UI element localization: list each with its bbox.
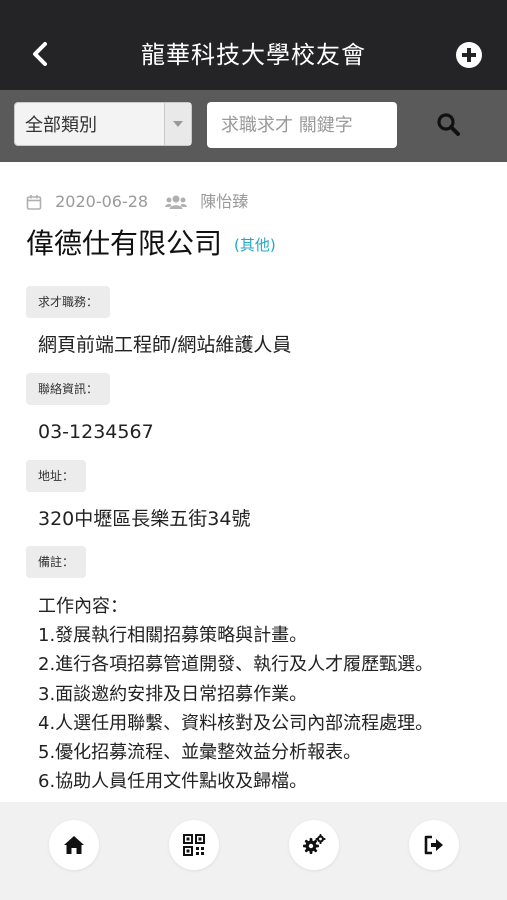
category-tag: (其他): [234, 236, 276, 254]
address-value: 320中壢區長樂五街34號: [38, 508, 251, 530]
post-meta: 2020-06-28 陳怡臻: [26, 190, 248, 213]
position-value: 網頁前端工程師/網站維護人員: [38, 334, 292, 356]
notes-line: 4.人選任用聯繫、資料核對及公司內部流程處理。: [38, 712, 434, 734]
notes-line: 1.發展執行相關招募策略與計畫。: [38, 625, 308, 647]
notes-content: 工作內容： 1.發展執行相關招募策略與計畫。 2.進行各項招募管道開發、執行及人…: [38, 592, 433, 796]
notes-line: 2.進行各項招募管道開發、執行及人才履歷甄選。: [38, 654, 434, 676]
search-icon[interactable]: [436, 112, 462, 138]
position-label: 求才職務：: [26, 286, 111, 318]
select-arrow-icon: [164, 103, 191, 145]
tab-qrcode[interactable]: [169, 820, 219, 870]
notes-line: 3.面談邀約安排及日常招募作業。: [38, 683, 308, 705]
category-select[interactable]: 全部類別: [14, 102, 192, 146]
contact-value: 03-1234567: [38, 421, 154, 443]
post-author: 陳怡臻: [200, 191, 249, 211]
bottom-tab-bar: [0, 802, 507, 900]
users-icon: [165, 195, 188, 209]
post-date: 2020-06-28: [55, 191, 149, 211]
notes-line: 6.協助人員任用文件點收及歸檔。: [38, 771, 308, 793]
settings-icon: [303, 834, 326, 854]
company-name-heading: 偉德仕有限公司 (其他): [26, 224, 276, 265]
notes-line: 5.優化招募流程、並彙整效益分析報表。: [38, 742, 362, 764]
tab-logout[interactable]: [409, 820, 459, 870]
notes-line: 工作內容：: [38, 596, 128, 617]
search-bar: 全部類別: [0, 90, 507, 162]
category-select-value: 全部類別: [25, 115, 97, 136]
post-detail: 2020-06-28 陳怡臻 偉德仕有限公司 (其他) 求才職務： 網頁前端工程師…: [0, 162, 507, 802]
logout-icon: [424, 835, 443, 855]
tab-home[interactable]: [49, 820, 99, 870]
qrcode-icon: [183, 834, 205, 856]
app-header: 龍華科技大學校友會: [0, 0, 507, 90]
notes-label: 備註：: [26, 546, 87, 578]
company-name: 偉德仕有限公司: [26, 227, 223, 260]
keyword-search-input[interactable]: [207, 102, 397, 148]
home-icon: [64, 836, 84, 854]
calendar-icon: [26, 194, 42, 210]
contact-label: 聯絡資訊：: [26, 373, 111, 405]
page-title: 龍華科技大學校友會: [141, 41, 366, 69]
address-label: 地址：: [26, 460, 87, 492]
plus-circle-icon[interactable]: [456, 42, 482, 68]
tab-settings[interactable]: [289, 820, 339, 870]
